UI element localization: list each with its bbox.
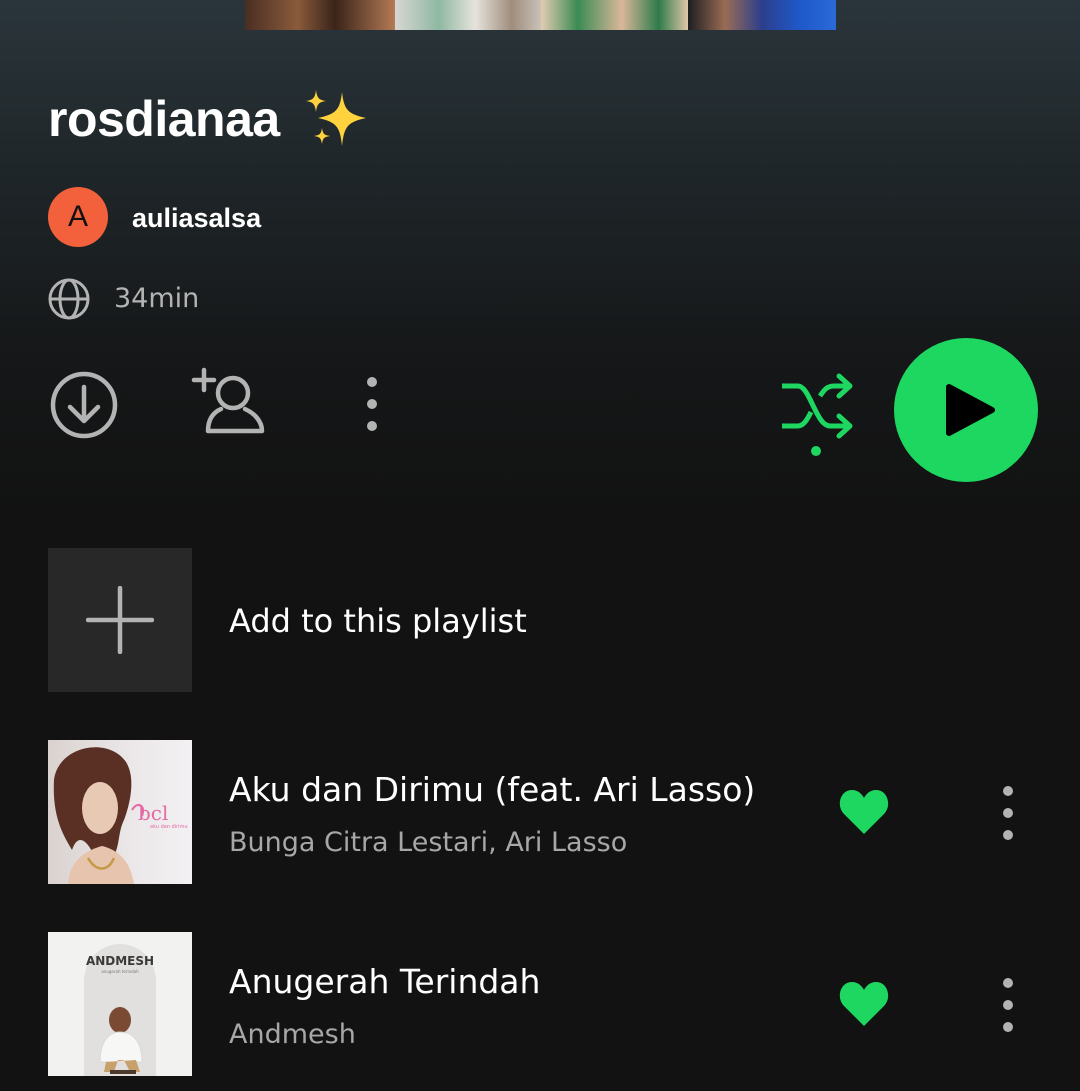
owner-avatar[interactable]: A xyxy=(48,187,108,247)
more-vertical-icon[interactable] xyxy=(352,372,392,436)
track-row[interactable]: ANDMESH anugerah terindah Anugerah Terin… xyxy=(48,932,1048,1076)
track-title: Anugerah Terindah xyxy=(229,962,541,1001)
album-art: ANDMESH anugerah terindah xyxy=(48,932,192,1076)
cover-tile xyxy=(395,0,541,30)
play-button[interactable] xyxy=(894,338,1038,482)
shuffle-icon[interactable] xyxy=(776,370,858,460)
cover-tile xyxy=(541,0,688,30)
playlist-title: rosdianaa xyxy=(48,91,280,147)
svg-text:bcl: bcl xyxy=(138,801,168,825)
cover-tile xyxy=(688,0,836,30)
svg-text:anugerah terindah: anugerah terindah xyxy=(101,969,139,974)
plus-icon xyxy=(86,586,154,654)
download-icon[interactable] xyxy=(48,370,120,440)
add-user-icon[interactable] xyxy=(190,367,266,439)
track-title: Aku dan Dirimu (feat. Ari Lasso) xyxy=(229,770,756,809)
svg-text:aku dan dirimu: aku dan dirimu xyxy=(150,824,188,830)
svg-text:ANDMESH: ANDMESH xyxy=(86,954,154,968)
heart-icon[interactable] xyxy=(838,788,890,836)
sparkles-icon xyxy=(306,90,366,146)
playlist-cover-image xyxy=(245,0,836,30)
more-vertical-icon[interactable] xyxy=(992,976,1024,1034)
playlist-duration: 34min xyxy=(114,283,200,314)
globe-icon xyxy=(48,278,90,320)
more-vertical-icon[interactable] xyxy=(992,784,1024,842)
track-artist: Bunga Citra Lestari, Ari Lasso xyxy=(229,827,628,858)
add-to-playlist-label: Add to this playlist xyxy=(229,602,527,640)
owner-name[interactable]: auliasalsa xyxy=(132,198,261,238)
play-icon xyxy=(946,384,995,436)
album-art: bcl aku dan dirimu xyxy=(48,740,192,884)
cover-tile xyxy=(245,0,395,30)
heart-icon[interactable] xyxy=(838,980,890,1028)
track-artist: Andmesh xyxy=(229,1019,356,1050)
add-to-playlist-row[interactable]: Add to this playlist xyxy=(48,548,1048,692)
add-tile xyxy=(48,548,192,692)
track-row[interactable]: bcl aku dan dirimu Aku dan Dirimu (feat.… xyxy=(48,740,1048,884)
